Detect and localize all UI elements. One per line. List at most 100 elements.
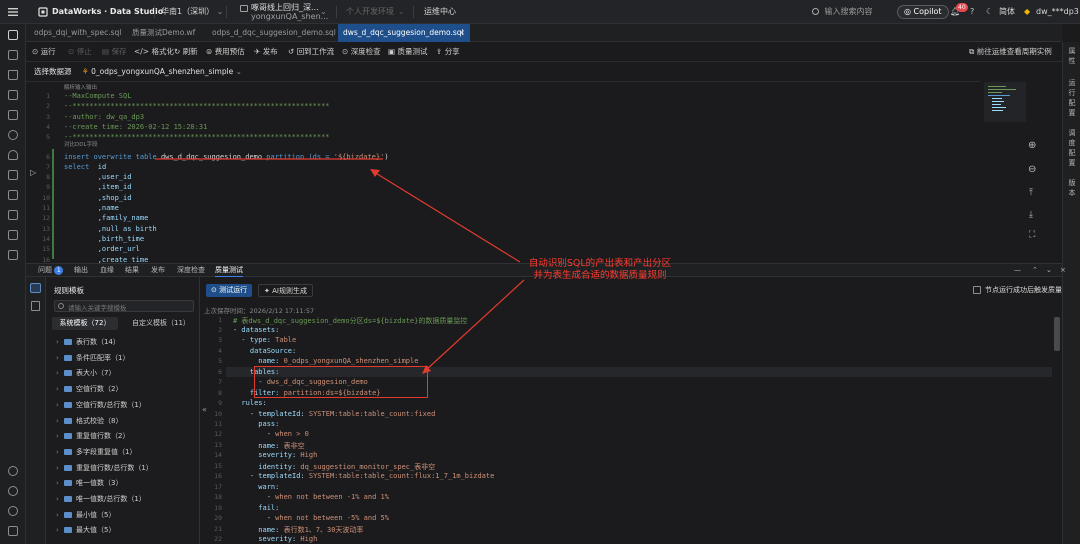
schedule-config-tab[interactable]: 调度配置 xyxy=(1067,128,1077,168)
quality-rules-editor[interactable]: ⊙ 测试运行 ✦ AI规则生成 节点运行成功后触发质量测试 上次保存时间：202… xyxy=(200,277,1062,544)
copilot-button[interactable]: ◎ Copilot xyxy=(897,5,949,19)
zoom-out-icon[interactable]: ⊖ xyxy=(1028,164,1036,175)
line-number: 9 xyxy=(46,183,50,192)
tab-lineage[interactable]: 血缘 xyxy=(100,264,114,277)
zoom-in-icon[interactable]: ⊕ xyxy=(1028,140,1036,151)
scroll-top-icon[interactable]: ⤒ xyxy=(1029,188,1033,198)
language-switch[interactable]: 简体 xyxy=(999,0,1015,24)
minimize-icon[interactable]: — xyxy=(1014,264,1021,277)
version-tab[interactable]: 版本 xyxy=(1067,178,1077,198)
rule-category-item[interactable]: › 条件匹配率（1） xyxy=(56,352,129,364)
deep-check-button[interactable]: ⊙ 深度检查 xyxy=(342,42,381,62)
workspace-selector[interactable]: 啄哥线上回归_深... yongxunQA_shen... xyxy=(240,0,328,24)
rule-category-item[interactable]: › 表大小（7） xyxy=(56,367,115,379)
settings-icon[interactable] xyxy=(8,506,18,516)
theme-icon[interactable]: ☾ xyxy=(986,0,993,24)
back-to-workflow-button[interactable]: ↺ 回到工作流 xyxy=(288,42,334,62)
scrollbar[interactable] xyxy=(1054,317,1060,351)
collapse-icon[interactable] xyxy=(8,526,18,536)
run-button[interactable]: ⊙ 运行 xyxy=(32,42,56,62)
tab-system-templates[interactable]: 系统模板（72） xyxy=(52,317,118,330)
rules-icon[interactable] xyxy=(30,283,41,293)
tab-output[interactable]: 输出 xyxy=(74,264,88,277)
menu-icon[interactable] xyxy=(8,0,18,24)
package-icon[interactable] xyxy=(8,230,18,240)
data-map-icon[interactable] xyxy=(8,90,18,100)
rule-category-item[interactable]: › 最小值（5） xyxy=(56,509,115,521)
file-tab[interactable]: odps_d_dqc_suggesion_demo.sql xyxy=(212,24,336,42)
trigger-checkbox[interactable] xyxy=(973,286,981,294)
chevron-down-icon[interactable]: ⌄ xyxy=(1046,264,1052,277)
resource-icon[interactable] xyxy=(8,190,18,200)
message-icon[interactable] xyxy=(8,210,18,220)
search-box[interactable]: 输入搜索内容 xyxy=(812,0,873,24)
line-number: 16 xyxy=(214,472,222,481)
test-run-button[interactable]: ⊙ 测试运行 xyxy=(206,284,253,297)
sql-editor[interactable]: 解析输入输出 1 --MaxCompute SQL 2 --*************… xyxy=(26,82,1062,263)
tab-publish[interactable]: 发布 xyxy=(151,264,165,277)
tab-custom-templates[interactable]: 自定义模板（11） xyxy=(132,317,190,330)
rule-category-item[interactable]: › 表行数（14） xyxy=(56,336,120,348)
rule-category-item[interactable]: › 唯一值数/总行数（1） xyxy=(56,493,146,505)
datasource-selector[interactable]: ⚘ 0_odps_yongxunQA_shenzhen_simple ⌄ xyxy=(82,62,242,82)
help-circle-icon[interactable] xyxy=(8,466,18,476)
user-name[interactable]: dw_***dp3 xyxy=(1036,0,1079,24)
rule-category-item[interactable]: › 多字段重复值（1） xyxy=(56,446,136,458)
rule-category-item[interactable]: › 重复值行数（2） xyxy=(56,430,129,442)
help-icon[interactable]: ? xyxy=(970,0,974,24)
stop-button[interactable]: ⊙ 停止 xyxy=(68,42,92,62)
share-button[interactable]: ⇪ 分享 xyxy=(436,42,460,62)
close-panel-icon[interactable]: × xyxy=(1060,264,1066,277)
publish-button[interactable]: ✈ 发布 xyxy=(254,42,278,62)
tab-quality-test[interactable]: 质量测试 xyxy=(215,264,243,277)
user-icon[interactable] xyxy=(8,150,18,160)
rule-category-item[interactable]: › 唯一值数（3） xyxy=(56,477,122,489)
collapse-arrow-icon[interactable]: « xyxy=(202,405,207,414)
moon-icon[interactable] xyxy=(8,486,18,496)
region-selector[interactable]: 华南1（深圳） ⌄ xyxy=(161,0,223,24)
properties-tab[interactable]: 属性 xyxy=(1067,46,1077,66)
file-tab[interactable]: 质量测试Demo.wf xyxy=(132,24,195,42)
chevron-down-icon[interactable]: ⌄ xyxy=(320,0,327,24)
fit-icon[interactable]: ⛶ xyxy=(1029,230,1035,240)
env-selector[interactable]: 个人开发环境 xyxy=(346,0,394,24)
rule-category-item[interactable]: › 空值行数（2） xyxy=(56,383,122,395)
home-icon[interactable] xyxy=(8,70,18,80)
file-tab[interactable]: odps_dqi_with_spec.sql xyxy=(34,24,121,42)
refresh-button[interactable]: ↻ 刷新 xyxy=(174,42,198,62)
rule-category-item[interactable]: › 重复值行数/总行数（1） xyxy=(56,462,153,474)
format-button[interactable]: </> 格式化 xyxy=(134,42,174,62)
rule-category-item[interactable]: › 格式校验（8） xyxy=(56,415,122,427)
run-line-icon[interactable]: ▷ xyxy=(30,168,36,177)
yaml-key: fail: xyxy=(233,503,280,512)
codelens-ddl-hint[interactable]: 对比DDL字段 xyxy=(64,140,98,148)
env-chevron-icon[interactable]: ⌄ xyxy=(398,0,405,24)
rule-search-input[interactable]: 请输入关键字搜模板 xyxy=(54,300,194,312)
run-config-tab[interactable]: 运行配置 xyxy=(1067,78,1077,118)
tab-problems[interactable]: 问题 1 xyxy=(38,264,64,277)
close-icon[interactable]: × xyxy=(459,24,465,42)
clock-icon[interactable] xyxy=(8,130,18,140)
chevron-up-icon[interactable]: ⌃ xyxy=(1032,264,1038,277)
report-icon[interactable] xyxy=(8,170,18,180)
table-icon[interactable] xyxy=(8,110,18,120)
codelens-hint[interactable]: 解析输入输出 xyxy=(64,83,97,91)
save-button[interactable]: ▤ 保存 xyxy=(102,42,126,62)
line-number: 1 xyxy=(46,92,50,100)
code-icon[interactable] xyxy=(8,30,18,40)
ops-center-link[interactable]: 运维中心 xyxy=(424,0,456,24)
cost-estimate-button[interactable]: ⊜ 费用预估 xyxy=(206,42,245,62)
ops-instance-link[interactable]: ⧉ 前往运维查看周期实例 xyxy=(969,42,1052,62)
minimap[interactable] xyxy=(984,82,1026,122)
file-tab-active[interactable]: dws_d_dqc_suggesion_demo.sql × xyxy=(338,24,470,42)
tab-result[interactable]: 结果 xyxy=(125,264,139,277)
ai-generate-button[interactable]: ✦ AI规则生成 xyxy=(258,284,313,297)
grid-icon[interactable] xyxy=(8,250,18,260)
download-icon[interactable]: ⤓ xyxy=(1029,210,1033,220)
quality-test-button[interactable]: ▣ 质量测试 xyxy=(388,42,427,62)
folder-icon[interactable] xyxy=(8,50,18,60)
rule-category-item[interactable]: › 最大值（5） xyxy=(56,524,115,536)
doc-icon[interactable] xyxy=(31,301,40,311)
tab-deep-check[interactable]: 深度检查 xyxy=(177,264,205,277)
rule-category-item[interactable]: › 空值行数/总行数（1） xyxy=(56,399,146,411)
